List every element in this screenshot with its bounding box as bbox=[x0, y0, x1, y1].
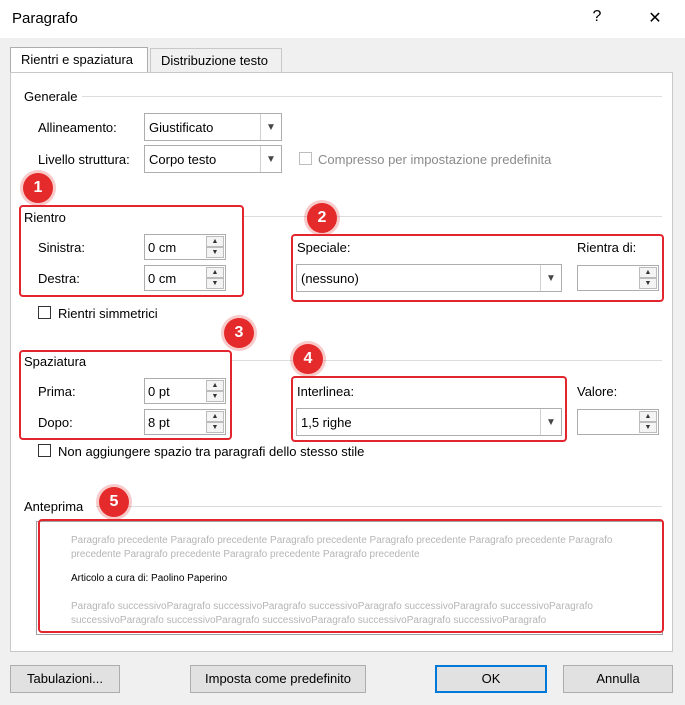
highlight-box-indent bbox=[19, 205, 244, 297]
no-space-same-style-checkbox[interactable] bbox=[38, 444, 51, 457]
tab-label: Rientri e spaziatura bbox=[21, 52, 133, 67]
alignment-label: Allineamento: bbox=[38, 120, 117, 135]
collapsed-label: Compresso per impostazione predefinita bbox=[318, 152, 552, 167]
step-badge-3: 3 bbox=[224, 318, 254, 348]
divider bbox=[82, 96, 662, 97]
highlight-box-special bbox=[291, 234, 664, 302]
set-as-default-button[interactable]: Imposta come predefinito bbox=[190, 665, 366, 693]
mirror-indents-checkbox[interactable] bbox=[38, 306, 51, 319]
tab-label: Distribuzione testo bbox=[161, 53, 268, 68]
outline-level-select[interactable]: Corpo testo ▼ bbox=[144, 145, 282, 173]
tab-line-page-breaks[interactable]: Distribuzione testo bbox=[150, 48, 282, 72]
step-badge-5: 5 bbox=[99, 487, 129, 517]
spin-up-icon[interactable]: ▲ bbox=[639, 411, 657, 422]
collapsed-checkbox[interactable] bbox=[299, 152, 312, 165]
highlight-box-preview bbox=[38, 519, 664, 633]
window-title: Paragrafo bbox=[12, 10, 78, 27]
step-badge-4: 4 bbox=[293, 344, 323, 374]
tab-indents-spacing[interactable]: Rientri e spaziatura bbox=[10, 47, 148, 73]
mirror-indents-label: Rientri simmetrici bbox=[58, 306, 158, 321]
tabs-button[interactable]: Tabulazioni... bbox=[10, 665, 120, 693]
outline-level-label: Livello struttura: bbox=[38, 152, 130, 167]
divider bbox=[96, 506, 662, 507]
cancel-button[interactable]: Annulla bbox=[563, 665, 673, 693]
step-badge-2: 2 bbox=[307, 203, 337, 233]
line-spacing-at-label: Valore: bbox=[577, 384, 618, 399]
spin-down-icon[interactable]: ▼ bbox=[639, 422, 657, 433]
step-badge-1: 1 bbox=[23, 173, 53, 203]
alignment-select[interactable]: Giustificato ▼ bbox=[144, 113, 282, 141]
line-spacing-at-spinner[interactable]: ▲ ▼ bbox=[577, 409, 659, 435]
chevron-down-icon: ▼ bbox=[260, 114, 281, 140]
alignment-value: Giustificato bbox=[149, 120, 214, 135]
close-button[interactable]: ✕ bbox=[640, 8, 670, 28]
highlight-box-line-spacing bbox=[291, 376, 567, 442]
chevron-down-icon: ▼ bbox=[260, 146, 281, 172]
outline-level-value: Corpo testo bbox=[149, 152, 217, 167]
preview-title: Anteprima bbox=[24, 499, 84, 514]
help-button[interactable]: ? bbox=[582, 8, 612, 26]
no-space-same-style-label: Non aggiungere spazio tra paragrafi dell… bbox=[58, 444, 365, 459]
highlight-box-spacing bbox=[19, 350, 232, 440]
ok-button[interactable]: OK bbox=[435, 665, 547, 693]
general-title: Generale bbox=[24, 89, 78, 104]
